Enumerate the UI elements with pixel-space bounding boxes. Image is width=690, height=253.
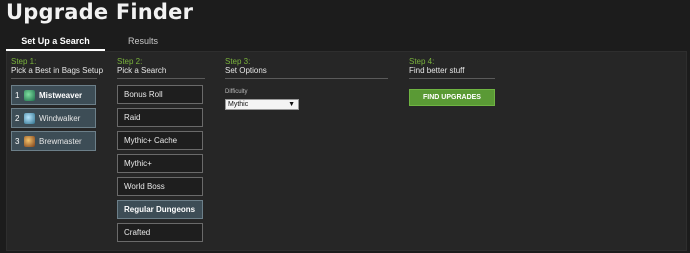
- step2-section: Step 2: Pick a Search Bonus Roll Raid My…: [117, 57, 205, 242]
- step1-number: Step 1:: [11, 57, 37, 66]
- step3-title: Set Options: [225, 66, 388, 79]
- brewmaster-spec-icon: [24, 135, 35, 147]
- search-item-mythic-plus[interactable]: Mythic+: [117, 154, 203, 173]
- setup-windwalker[interactable]: 2 Windwalker: [11, 108, 96, 128]
- setup-brewmaster[interactable]: 3 Brewmaster: [11, 131, 96, 151]
- windwalker-spec-icon: [24, 112, 35, 124]
- step3-section: Step 3: Set Options Difficulty Mythic ▼: [225, 57, 388, 117]
- setup-index: 2: [15, 113, 20, 123]
- difficulty-select[interactable]: Mythic ▼: [225, 99, 299, 110]
- search-item-crafted[interactable]: Crafted: [117, 223, 203, 242]
- chevron-down-icon: ▼: [288, 101, 295, 108]
- search-item-raid[interactable]: Raid: [117, 108, 203, 127]
- setup-name: Windwalker: [39, 113, 81, 123]
- step4-number: Step 4:: [409, 57, 435, 66]
- step1-title: Pick a Best in Bags Setup: [11, 66, 103, 79]
- tab-set-up-search[interactable]: Set Up a Search: [6, 34, 105, 51]
- step3-number: Step 3:: [225, 57, 251, 66]
- page-title: Upgrade Finder: [6, 0, 194, 24]
- find-upgrades-button[interactable]: FIND UPGRADES: [409, 89, 495, 106]
- step4-title: Find better stuff: [409, 66, 495, 79]
- search-item-world-boss[interactable]: World Boss: [117, 177, 203, 196]
- setup-index: 1: [15, 90, 20, 100]
- difficulty-label: Difficulty: [225, 89, 248, 95]
- step2-title: Pick a Search: [117, 66, 205, 79]
- search-panel: Step 1: Pick a Best in Bags Setup 1 Mist…: [6, 51, 687, 251]
- step1-section: Step 1: Pick a Best in Bags Setup 1 Mist…: [11, 57, 103, 151]
- step4-section: Step 4: Find better stuff FIND UPGRADES: [409, 57, 495, 117]
- setup-index: 3: [15, 136, 20, 146]
- search-item-mythic-plus-cache[interactable]: Mythic+ Cache: [117, 131, 203, 150]
- setup-name: Brewmaster: [39, 136, 82, 146]
- search-item-bonus-roll[interactable]: Bonus Roll: [117, 85, 203, 104]
- tab-bar: Set Up a Search Results: [6, 34, 686, 51]
- step2-number: Step 2:: [117, 57, 143, 66]
- setup-mistweaver[interactable]: 1 Mistweaver: [11, 85, 96, 105]
- setup-name: Mistweaver: [39, 90, 83, 100]
- search-item-regular-dungeons[interactable]: Regular Dungeons: [117, 200, 203, 219]
- tab-results[interactable]: Results: [105, 34, 181, 49]
- difficulty-value: Mythic: [228, 101, 249, 108]
- mistweaver-spec-icon: [24, 89, 35, 101]
